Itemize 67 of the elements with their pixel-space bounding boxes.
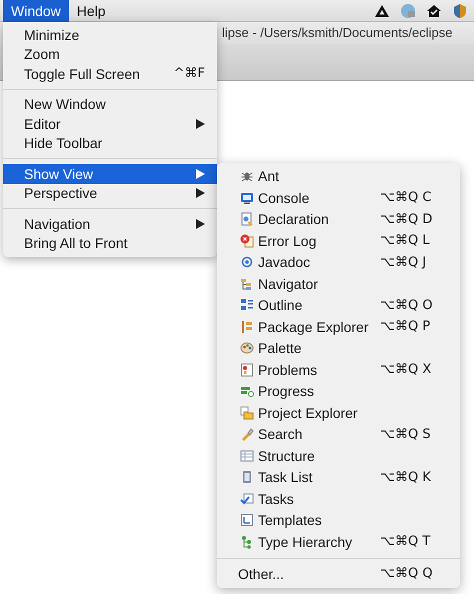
window-title: lipse - /Users/ksmith/Documents/eclipse (222, 25, 452, 40)
menu-item[interactable]: Javadoc (258, 254, 380, 270)
problems-icon (240, 362, 254, 377)
menu-item[interactable]: Problems (258, 362, 380, 378)
menu-item[interactable]: Structure (258, 448, 380, 464)
shortcut-label: ⌥⌘Q X (380, 362, 432, 378)
menu-item[interactable]: New Window (3, 94, 217, 114)
shortcut-label: ⌥⌘Q S (380, 426, 432, 442)
menu-item[interactable]: Console (258, 190, 380, 206)
error-icon (240, 234, 254, 248)
menu-item[interactable]: Palette (258, 340, 380, 356)
menu-item[interactable]: Show View (3, 164, 217, 184)
flashlight-icon (240, 427, 254, 442)
folder-icon (240, 406, 254, 420)
shield-icon[interactable] (452, 2, 468, 18)
menu-item[interactable]: Perspective (3, 184, 217, 203)
menu-bar-item[interactable]: Help (68, 0, 114, 22)
circle-icon (240, 255, 254, 270)
menu-item[interactable]: Progress (258, 383, 380, 400)
outline-icon (240, 298, 254, 312)
menu-item[interactable]: Outline (258, 297, 380, 314)
triangle-icon[interactable] (374, 2, 390, 18)
shortcut-label: ⌥⌘Q O (380, 298, 434, 313)
shortcut-label: ⌥⌘Q K (380, 470, 432, 485)
house-icon[interactable] (426, 2, 442, 18)
shortcut-label: ⌥⌘Q Q (380, 566, 434, 582)
menu-item[interactable]: Declaration (258, 211, 380, 228)
package-icon (240, 320, 254, 334)
menu-item[interactable]: Tasks (258, 490, 380, 507)
menu-item[interactable]: Project Explorer (258, 404, 380, 421)
shortcut-label: ⌥⌘Q P (380, 319, 432, 334)
menu-item[interactable]: Task List (258, 469, 380, 486)
menu-item[interactable]: Navigator (258, 276, 380, 292)
menu-item[interactable]: Error Log (258, 232, 380, 249)
palette-icon (240, 341, 254, 356)
submenu-arrow-icon (196, 168, 205, 179)
menu-item[interactable]: Other... (238, 566, 380, 582)
table-icon (240, 448, 254, 463)
menu-item[interactable]: Editor (3, 114, 217, 134)
shortcut-label: ⌥⌘Q L (380, 233, 431, 248)
menu-item[interactable]: Navigation (3, 214, 217, 234)
menu-item[interactable]: Ant (258, 168, 380, 184)
submenu-arrow-icon (196, 188, 205, 198)
tree-icon (240, 276, 254, 291)
menu-item[interactable]: Search (258, 426, 380, 442)
menu-item[interactable]: Type Hierarchy (258, 534, 380, 550)
menu-item[interactable]: Package Explorer (258, 318, 380, 335)
menu-bar-item[interactable]: Window (3, 0, 69, 22)
clipboard-icon (240, 470, 254, 484)
hierarchy-icon (240, 534, 254, 549)
menu-item[interactable]: Zoom (3, 44, 217, 64)
submenu-arrow-icon (196, 218, 205, 229)
menu-item[interactable]: Minimize (3, 25, 217, 44)
menu-item[interactable]: Bring All to Front (3, 234, 217, 253)
shortcut-label: ⌥⌘Q T (380, 534, 432, 550)
shortcut-label: ⌥⌘Q C (380, 190, 432, 206)
template-icon (240, 513, 254, 528)
submenu-arrow-icon (196, 118, 205, 129)
monitor-icon (240, 190, 254, 205)
menu-item[interactable]: Templates (258, 512, 380, 528)
shortcut-label: ⌥⌘Q D (380, 212, 434, 227)
document-icon (240, 212, 254, 226)
checklist-icon (240, 492, 254, 506)
menu-item[interactable]: Toggle Full Screen ^⌘F (3, 64, 217, 84)
menu-item[interactable]: Hide Toolbar (3, 134, 217, 153)
progress-icon (240, 384, 254, 398)
shortcut-label: ⌥⌘Q J (380, 254, 428, 270)
